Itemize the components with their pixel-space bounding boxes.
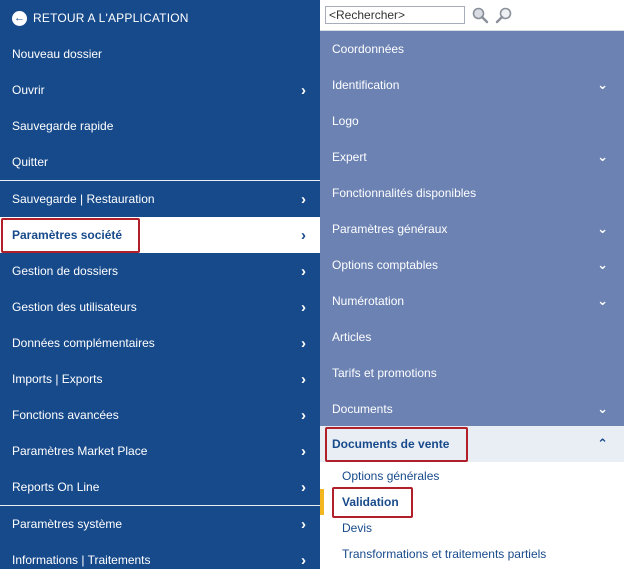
chevron-right-icon: › — [301, 334, 306, 352]
sub-item-transformations[interactable]: Transformations et traitements partiels — [320, 541, 624, 567]
menu-item-label: Quitter — [12, 155, 49, 169]
menu-item-label: Sauvegarde rapide — [12, 119, 114, 133]
chevron-right-icon: › — [301, 81, 306, 99]
sub-item-options-generales[interactable]: Options générales — [320, 463, 624, 489]
chevron-right-icon: › — [301, 190, 306, 208]
submenu-item-label: Paramètres généraux — [332, 222, 448, 236]
chevron-up-icon: ⌃ — [597, 436, 608, 451]
submenu-item-parametres-generaux[interactable]: Paramètres généraux ⌄ — [320, 211, 624, 247]
sub-item-label: Transformations et traitements partiels — [342, 547, 547, 561]
menu-item-label: Imports | Exports — [12, 372, 103, 386]
left-menu-panel: ← RETOUR A L'APPLICATION Nouveau dossier… — [0, 0, 320, 569]
menu-item-parametres-systeme[interactable]: Paramètres système › — [0, 506, 320, 542]
menu-item-fonctions-avancees[interactable]: Fonctions avancées › — [0, 397, 320, 433]
menu-item-label: Ouvrir — [12, 83, 45, 97]
chevron-right-icon: › — [301, 478, 306, 496]
menu-item-ouvrir[interactable]: Ouvrir › — [0, 72, 320, 108]
submenu-item-label: Articles — [332, 330, 372, 344]
chevron-right-icon: › — [301, 298, 306, 316]
menu-item-sauvegarde-rapide[interactable]: Sauvegarde rapide — [0, 108, 320, 144]
submenu-item-logo[interactable]: Logo — [320, 103, 624, 139]
submenu-item-tarifs-et-promotions[interactable]: Tarifs et promotions — [320, 355, 624, 391]
sub-item-validation[interactable]: Validation — [320, 489, 624, 515]
menu-item-label: Informations | Traitements — [12, 553, 151, 567]
chevron-down-icon: ⌄ — [597, 77, 608, 92]
company-settings-menu: Coordonnées Identification ⌄ Logo Expert… — [320, 31, 624, 426]
submenu-item-label: Numérotation — [332, 294, 405, 308]
menu-item-nouveau-dossier[interactable]: Nouveau dossier — [0, 36, 320, 72]
sub-item-label: Validation — [342, 495, 399, 509]
menu-item-donnees-complementaires[interactable]: Données complémentaires › — [0, 325, 320, 361]
menu-item-informations-traitements[interactable]: Informations | Traitements › — [0, 542, 320, 569]
menu-item-label: Fonctions avancées — [12, 408, 119, 422]
submenu-item-label: Tarifs et promotions — [332, 366, 437, 380]
menu-item-quitter[interactable]: Quitter — [0, 144, 320, 180]
arrow-left-circle-icon: ← — [12, 10, 27, 26]
menu-item-label: Gestion des utilisateurs — [12, 300, 137, 314]
menu-item-imports-exports[interactable]: Imports | Exports › — [0, 361, 320, 397]
sub-item-devis[interactable]: Devis — [320, 515, 624, 541]
chevron-down-icon: ⌄ — [597, 257, 608, 272]
menu-item-label: Nouveau dossier — [12, 47, 103, 61]
submenu-item-options-comptables[interactable]: Options comptables ⌄ — [320, 247, 624, 283]
chevron-right-icon: › — [301, 406, 306, 424]
chevron-down-icon: ⌄ — [597, 221, 608, 236]
chevron-down-icon: ⌄ — [597, 293, 608, 308]
menu-item-label: Paramètres système — [12, 517, 123, 531]
chevron-right-icon: › — [301, 262, 306, 280]
back-to-application-button[interactable]: ← RETOUR A L'APPLICATION — [0, 0, 320, 36]
search-icon[interactable] — [471, 6, 489, 24]
submenu-item-label: Coordonnées — [332, 42, 405, 56]
menu-item-reports-on-line[interactable]: Reports On Line › — [0, 469, 320, 505]
submenu-item-label: Identification — [332, 78, 400, 92]
submenu-item-label: Logo — [332, 114, 359, 128]
menu-item-sauvegarde-restauration[interactable]: Sauvegarde | Restauration › — [0, 181, 320, 217]
section-label: Documents de vente — [332, 437, 450, 451]
menu-item-label: Paramètres société — [12, 228, 123, 242]
menu-item-gestion-des-utilisateurs[interactable]: Gestion des utilisateurs › — [0, 289, 320, 325]
sub-item-label: Options générales — [342, 469, 440, 483]
submenu-item-label: Expert — [332, 150, 367, 164]
submenu-item-label: Options comptables — [332, 258, 439, 272]
menu-item-label: Paramètres Market Place — [12, 444, 148, 458]
advanced-search-icon[interactable] — [495, 6, 513, 24]
search-bar — [320, 0, 624, 31]
submenu-item-fonctionnalites-disponibles[interactable]: Fonctionnalités disponibles — [320, 175, 624, 211]
menu-item-label: Sauvegarde | Restauration — [12, 192, 155, 206]
menu-item-gestion-de-dossiers[interactable]: Gestion de dossiers › — [0, 253, 320, 289]
sub-item-label: Devis — [342, 521, 373, 535]
chevron-down-icon: ⌄ — [597, 401, 608, 416]
section-documents-de-vente[interactable]: Documents de vente ⌃ — [320, 426, 624, 462]
menu-item-parametres-societe[interactable]: Paramètres société › — [0, 217, 320, 253]
back-label: RETOUR A L'APPLICATION — [33, 11, 189, 25]
chevron-right-icon: › — [301, 515, 306, 533]
submenu-item-documents[interactable]: Documents ⌄ — [320, 391, 624, 427]
chevron-down-icon: ⌄ — [597, 149, 608, 164]
chevron-right-icon: › — [301, 551, 306, 569]
menu-item-parametres-market-place[interactable]: Paramètres Market Place › — [0, 433, 320, 469]
menu-item-label: Données complémentaires — [12, 336, 155, 350]
submenu-item-label: Documents — [332, 402, 393, 416]
menu-item-label: Gestion de dossiers — [12, 264, 119, 278]
chevron-right-icon: › — [301, 442, 306, 460]
submenu-item-articles[interactable]: Articles — [320, 319, 624, 355]
chevron-right-icon: › — [301, 226, 306, 244]
submenu-item-numerotation[interactable]: Numérotation ⌄ — [320, 283, 624, 319]
menu-item-label: Reports On Line — [12, 480, 100, 494]
submenu-item-expert[interactable]: Expert ⌄ — [320, 139, 624, 175]
search-input[interactable] — [325, 6, 465, 24]
right-submenu-panel: Coordonnées Identification ⌄ Logo Expert… — [320, 0, 624, 569]
chevron-right-icon: › — [301, 370, 306, 388]
submenu-item-identification[interactable]: Identification ⌄ — [320, 67, 624, 103]
submenu-item-coordonnees[interactable]: Coordonnées — [320, 31, 624, 67]
submenu-item-label: Fonctionnalités disponibles — [332, 186, 477, 200]
